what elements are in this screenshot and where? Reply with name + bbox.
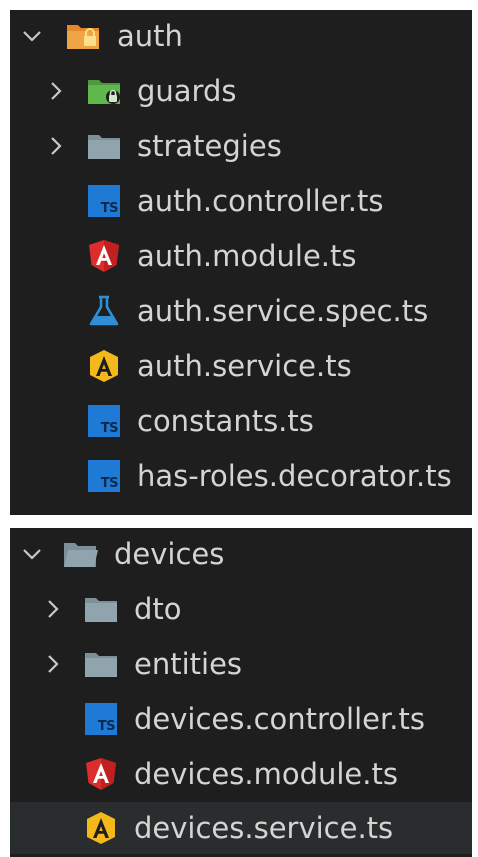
folder-label: entities [134,647,243,681]
folder-icon [83,591,119,627]
file-label: devices.module.ts [134,757,398,791]
file-row-devices-module[interactable]: devices.module.ts [10,748,472,800]
folder-label: devices [114,537,225,571]
file-label: auth.service.spec.ts [137,294,429,328]
angular-service-icon [86,348,122,384]
file-label: auth.service.ts [137,349,352,383]
chevron-right-icon[interactable] [42,132,70,160]
explorer-panel-auth: auth guards strategies TS auth.controlle… [10,10,472,515]
folder-open-icon [62,536,98,572]
file-label: has-roles.decorator.ts [137,459,452,493]
file-row-devices-service[interactable]: devices.service.ts [10,802,472,854]
file-row-auth-service-spec[interactable]: auth.service.spec.ts [10,285,472,337]
typescript-icon: TS [86,403,122,439]
file-row-auth-service[interactable]: auth.service.ts [10,340,472,392]
folder-row-guards[interactable]: guards [10,65,472,117]
file-label: auth.module.ts [137,239,357,273]
folder-row-entities[interactable]: entities [10,638,472,690]
file-label: constants.ts [137,404,314,438]
angular-icon [86,238,122,274]
chevron-right-icon[interactable] [39,650,67,678]
angular-icon [83,756,119,792]
file-label: devices.controller.ts [134,702,425,736]
file-label: devices.service.ts [134,811,394,845]
folder-label: strategies [137,129,282,163]
folder-lock-open-icon [65,18,101,54]
folder-row-dto[interactable]: dto [10,583,472,635]
file-row-has-roles-decorator[interactable]: TS has-roles.decorator.ts [10,450,472,502]
folder-label: auth [117,19,183,53]
typescript-icon: TS [86,183,122,219]
file-row-auth-controller[interactable]: TS auth.controller.ts [10,175,472,227]
file-row-devices-controller[interactable]: TS devices.controller.ts [10,693,472,745]
file-row-auth-module[interactable]: auth.module.ts [10,230,472,282]
folder-label: dto [134,592,182,626]
typescript-icon: TS [86,458,122,494]
file-row-constants[interactable]: TS constants.ts [10,395,472,447]
file-label: auth.controller.ts [137,184,384,218]
folder-guard-icon [86,73,122,109]
chevron-down-icon[interactable] [18,22,46,50]
angular-service-icon [83,810,119,846]
test-flask-icon [86,293,122,329]
folder-row-auth[interactable]: auth [10,10,472,62]
folder-icon [86,128,122,164]
folder-label: guards [137,74,237,108]
chevron-right-icon[interactable] [42,77,70,105]
chevron-down-icon[interactable] [18,540,46,568]
explorer-panel-devices: devices dto entities TS devices.controll… [10,528,472,857]
chevron-right-icon[interactable] [39,595,67,623]
folder-row-strategies[interactable]: strategies [10,120,472,172]
typescript-icon: TS [83,701,119,737]
folder-icon [83,646,119,682]
folder-row-devices[interactable]: devices [10,528,472,580]
